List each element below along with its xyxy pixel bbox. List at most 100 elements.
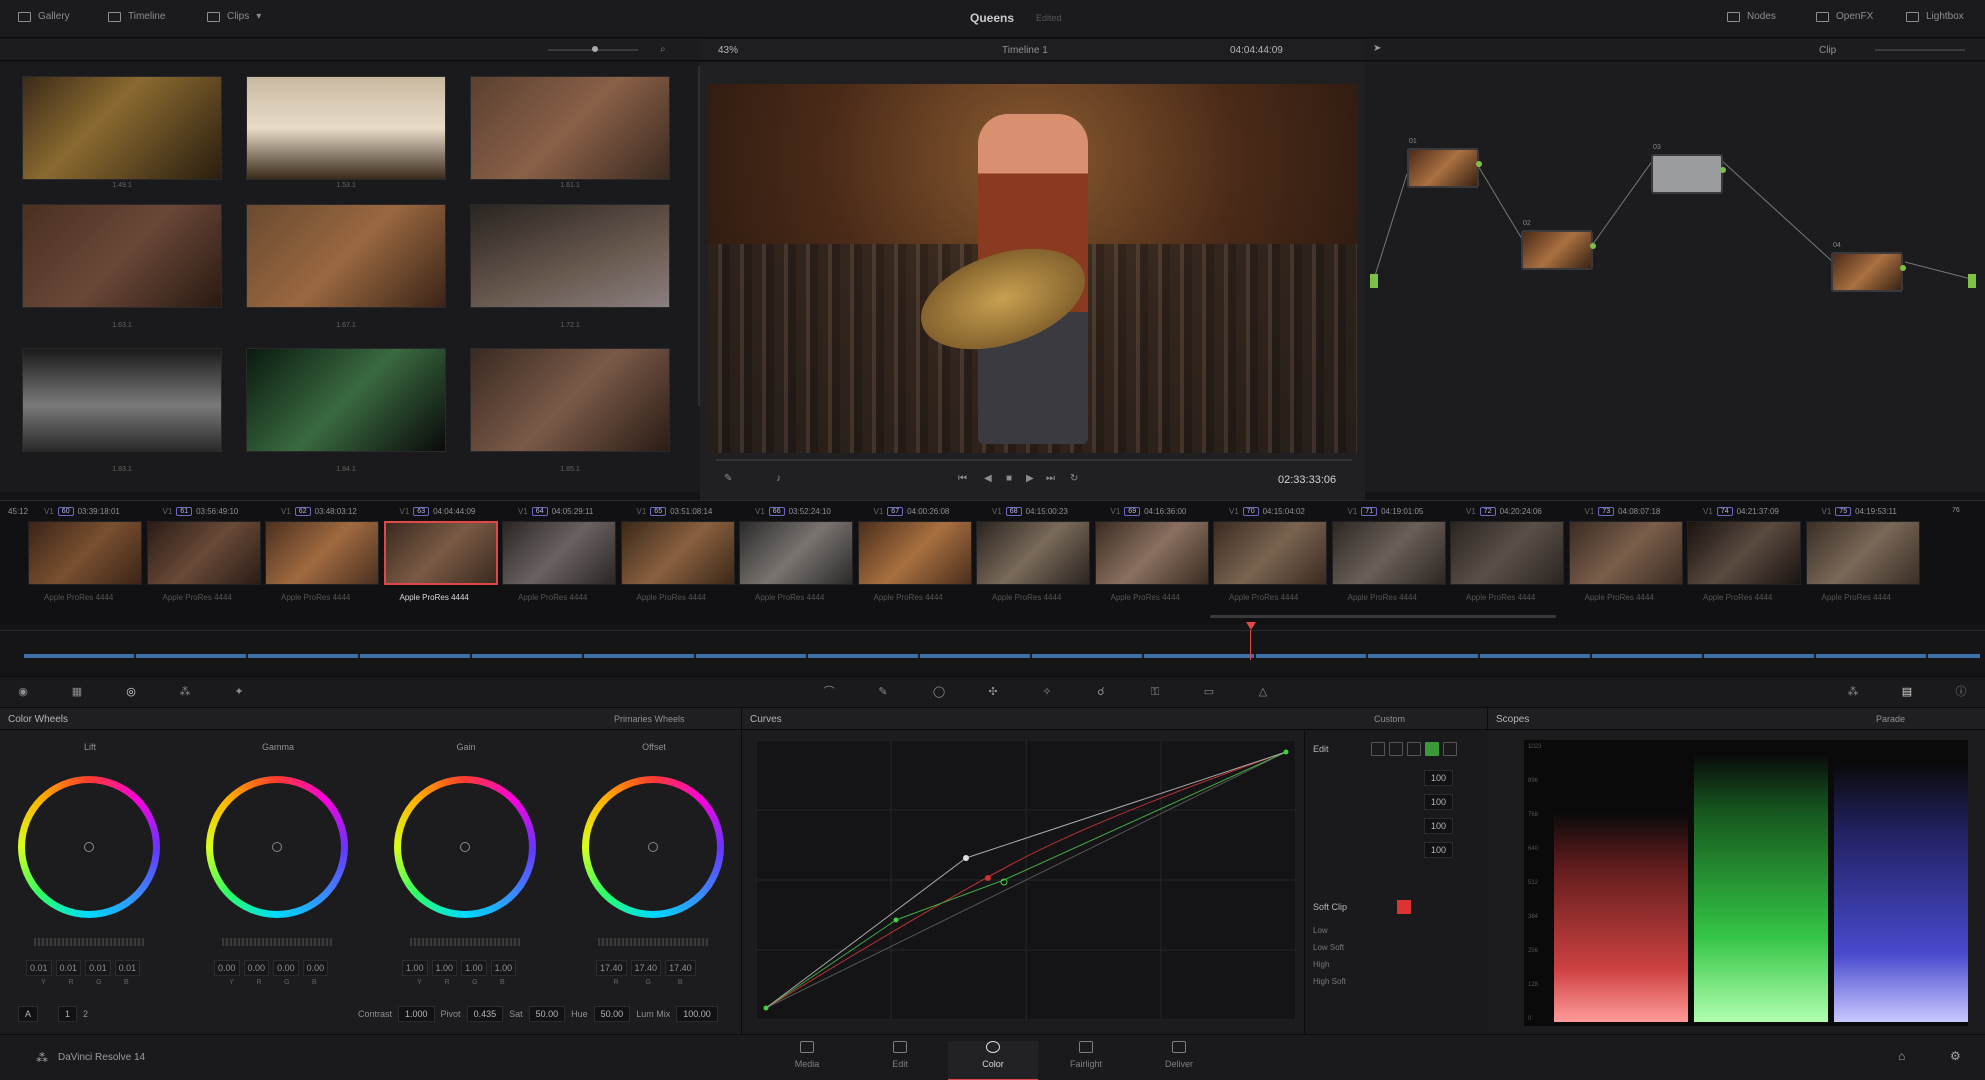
still-thumbnail[interactable] — [470, 204, 670, 308]
auto-balance-button[interactable]: A — [18, 1006, 39, 1022]
sizing-icon[interactable]: ▭ — [1202, 686, 1216, 698]
still-thumbnail[interactable] — [246, 204, 446, 308]
clip-thumbnail[interactable] — [1687, 521, 1801, 585]
clip-thumbnail[interactable] — [1213, 521, 1327, 585]
page-tab-deliver[interactable]: Deliver — [1134, 1041, 1224, 1069]
pen-icon[interactable]: ✎ — [724, 473, 732, 484]
yrgb-link-icon[interactable] — [1371, 742, 1385, 756]
node-port[interactable] — [1590, 243, 1596, 249]
viewer-scrubber[interactable] — [716, 459, 1352, 461]
blur-icon[interactable]: ☌ — [1094, 686, 1108, 698]
slider-handle[interactable] — [592, 46, 598, 52]
clip-mode-select[interactable]: Clip — [1819, 45, 1836, 56]
wheel-center[interactable] — [648, 842, 658, 852]
rgb-mixer-icon[interactable]: ⁂ — [178, 686, 192, 698]
curve-graph[interactable] — [756, 740, 1296, 1020]
clip-thumbnail[interactable] — [383, 521, 498, 585]
clip-thumbnail[interactable] — [1805, 521, 1920, 585]
node-port[interactable] — [1476, 161, 1482, 167]
softclip-r-toggle[interactable] — [1397, 900, 1411, 914]
nodes-button[interactable]: Nodes — [1727, 11, 1776, 22]
gain-master-wheel[interactable] — [410, 938, 520, 946]
magic-mask-icon[interactable]: ✧ — [1040, 686, 1054, 698]
home-icon[interactable]: ⌂ — [1898, 1049, 1905, 1063]
lum-mix-field[interactable]: 100.00 — [676, 1006, 718, 1022]
play-reverse-icon[interactable]: ◀ — [984, 473, 992, 484]
offset-master-wheel[interactable] — [598, 938, 708, 946]
clips-button[interactable]: Clips ▾ — [207, 11, 261, 22]
still-thumbnail[interactable] — [470, 348, 670, 452]
clip-thumbnail[interactable] — [502, 521, 616, 585]
gallery-button[interactable]: Gallery — [18, 11, 70, 22]
still-thumbnail[interactable] — [22, 76, 222, 180]
gamma-wheel[interactable] — [206, 776, 348, 918]
3d-icon[interactable]: △ — [1256, 686, 1270, 698]
clip-thumbnail[interactable] — [28, 521, 142, 585]
color-wheels-icon[interactable]: ◎ — [124, 686, 138, 698]
channel-y-toggle[interactable] — [1389, 742, 1403, 756]
gain-wheel[interactable] — [394, 776, 536, 918]
settings-gear-icon[interactable]: ⚙ — [1950, 1049, 1961, 1063]
still-thumbnail[interactable] — [22, 204, 222, 308]
scope-mode-select[interactable]: Parade — [1876, 714, 1905, 724]
openfx-button[interactable]: OpenFX — [1816, 11, 1873, 22]
skip-end-icon[interactable]: ⏭ — [1046, 473, 1055, 484]
skip-start-icon[interactable]: ⏮ — [958, 473, 967, 484]
clip-thumbnail[interactable] — [1568, 521, 1683, 585]
zoom-level[interactable]: 43% — [718, 45, 738, 56]
timeline-button[interactable]: Timeline — [108, 11, 165, 22]
clip-thumbnail[interactable] — [146, 521, 261, 585]
node-02[interactable] — [1521, 230, 1593, 270]
playhead-marker[interactable] — [1246, 622, 1256, 630]
still-thumbnail[interactable] — [470, 76, 670, 180]
still-thumbnail[interactable] — [246, 76, 446, 180]
page-tab-color[interactable]: Color — [948, 1041, 1038, 1080]
strip-scrollbar[interactable] — [1210, 615, 1556, 618]
clip-thumbnail[interactable] — [739, 521, 853, 585]
key-icon[interactable]: ⚿ — [1148, 686, 1162, 698]
info-icon[interactable]: ⓘ — [1954, 686, 1968, 698]
curves-mode-select[interactable]: Custom — [1374, 714, 1405, 724]
color-match-icon[interactable]: ▦ — [70, 686, 84, 698]
keyframes-icon[interactable]: ⁂ — [1846, 686, 1860, 698]
search-icon[interactable]: ⌕ — [660, 44, 666, 55]
pointer-icon[interactable]: ➤ — [1373, 43, 1381, 54]
clip-thumbnail[interactable] — [1094, 521, 1209, 585]
node-04[interactable] — [1831, 252, 1903, 292]
camera-raw-icon[interactable]: ◉ — [16, 686, 30, 698]
window-icon[interactable]: ◯ — [932, 686, 946, 698]
tracker-icon[interactable]: ✣ — [986, 686, 1000, 698]
channel-r-toggle[interactable] — [1407, 742, 1421, 756]
still-thumbnail[interactable] — [22, 348, 222, 452]
pivot-field[interactable]: 0.435 — [466, 1006, 504, 1022]
clip-thumbnail[interactable] — [265, 521, 379, 585]
hue-field[interactable]: 50.00 — [593, 1006, 631, 1022]
scopes-icon[interactable]: ▤ — [1900, 686, 1914, 698]
clip-thumbnail[interactable] — [1450, 521, 1564, 585]
channel-g-toggle[interactable] — [1425, 742, 1439, 756]
stop-icon[interactable]: ■ — [1006, 473, 1012, 484]
curves-icon[interactable]: ⌒ — [822, 686, 836, 698]
play-icon[interactable]: ▶ — [1026, 473, 1034, 484]
node-port[interactable] — [1900, 265, 1906, 271]
timeline-selector[interactable]: Timeline 1 — [1002, 45, 1048, 56]
loop-icon[interactable]: ↻ — [1070, 473, 1078, 484]
clip-thumbnail[interactable] — [1331, 521, 1446, 585]
lift-master-wheel[interactable] — [34, 938, 144, 946]
page-1-button[interactable]: 1 — [58, 1006, 78, 1022]
clip-thumbnail[interactable] — [620, 521, 735, 585]
lift-wheel[interactable] — [18, 776, 160, 918]
wheel-center[interactable] — [460, 842, 470, 852]
page-tab-fairlight[interactable]: Fairlight — [1041, 1041, 1131, 1069]
wheel-center[interactable] — [272, 842, 282, 852]
offset-wheel[interactable] — [582, 776, 724, 918]
still-thumbnail[interactable] — [246, 348, 446, 452]
page-tab-edit[interactable]: Edit — [855, 1041, 945, 1069]
gamma-master-wheel[interactable] — [222, 938, 332, 946]
clip-thumbnail[interactable] — [857, 521, 972, 585]
channel-b-toggle[interactable] — [1443, 742, 1457, 756]
contrast-field[interactable]: 1.000 — [398, 1006, 435, 1022]
lightbox-button[interactable]: Lightbox — [1906, 11, 1964, 22]
wheel-center[interactable] — [84, 842, 94, 852]
clip-thumbnail[interactable] — [976, 521, 1090, 585]
